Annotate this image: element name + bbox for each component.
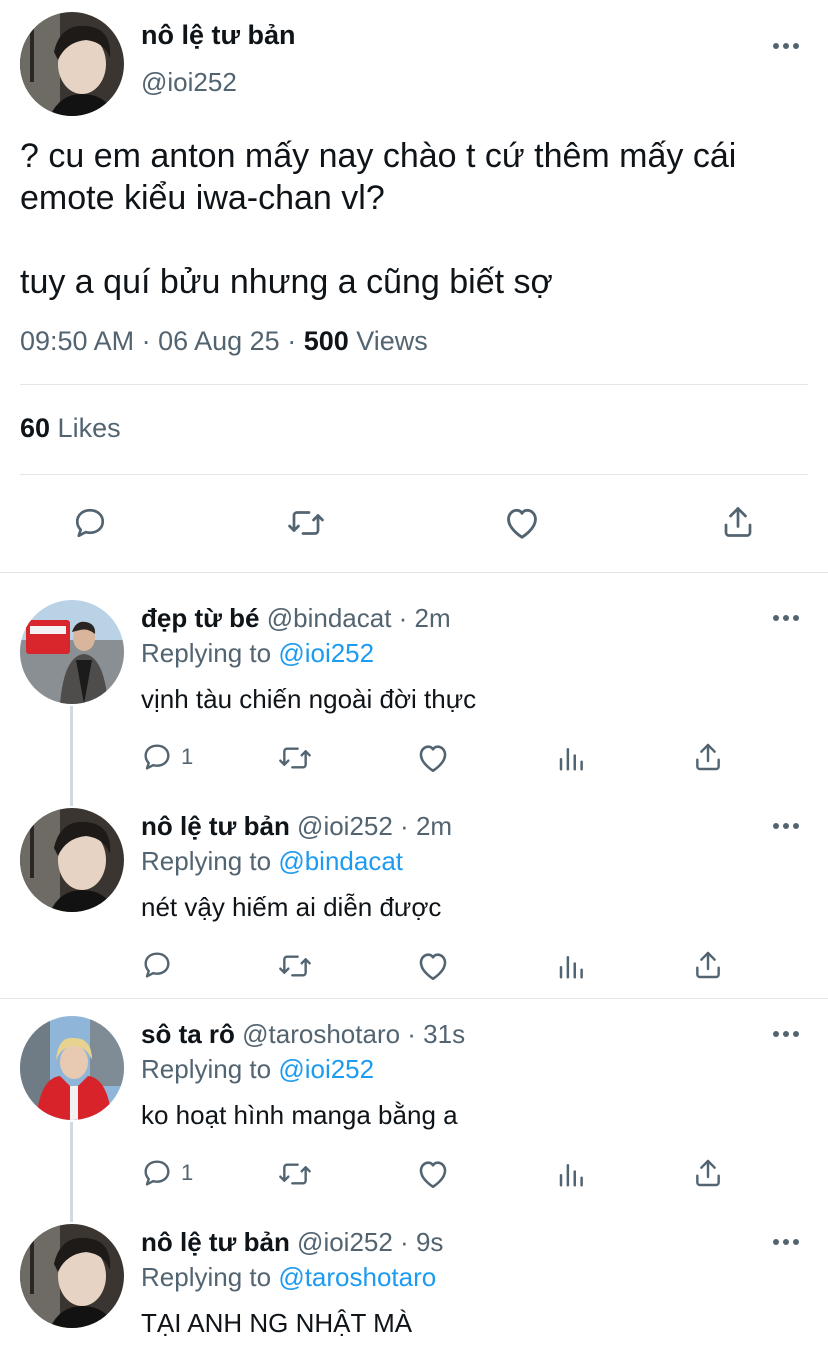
reply-header: nô lệ tư bản @ioi252 · 2m xyxy=(141,811,452,842)
reply-author-name[interactable]: sô ta rô xyxy=(141,1019,235,1049)
reply-button[interactable] xyxy=(141,949,181,981)
reply-handle-time[interactable]: @bindacat · 2m xyxy=(260,603,451,633)
reply-text: ko hoạt hình manga bằng a xyxy=(141,1100,458,1130)
reply-handle-time[interactable]: @taroshotaro · 31s xyxy=(235,1019,465,1049)
likes-stat[interactable]: 60 Likes xyxy=(20,413,121,444)
replying-to-prefix: Replying to xyxy=(141,1262,279,1292)
avatar[interactable] xyxy=(20,1016,124,1120)
share-icon xyxy=(724,507,752,537)
like-button[interactable] xyxy=(416,950,450,982)
heart-icon xyxy=(507,508,537,539)
avatar[interactable] xyxy=(20,12,124,116)
like-button[interactable] xyxy=(416,1158,450,1190)
share-button[interactable] xyxy=(692,740,724,774)
retweet-button[interactable] xyxy=(277,950,313,982)
retweet-button[interactable] xyxy=(277,1158,313,1190)
retweet-icon xyxy=(279,1163,311,1185)
replying-to-mention[interactable]: @taroshotaro xyxy=(278,1262,436,1292)
reply-handle-time[interactable]: @ioi252 · 9s xyxy=(290,1227,443,1257)
more-options-icon[interactable] xyxy=(772,822,800,830)
heart-icon xyxy=(419,953,447,981)
avatar[interactable] xyxy=(20,1224,124,1328)
replying-to: Replying to @taroshotaro xyxy=(141,1262,436,1293)
reply-text: nét vậy hiếm ai diễn được xyxy=(141,892,442,922)
more-options-icon[interactable] xyxy=(772,1030,800,1038)
replying-to-mention[interactable]: @bindacat xyxy=(278,846,403,876)
reply-button[interactable]: 1 xyxy=(141,741,193,773)
replying-to: Replying to @ioi252 xyxy=(141,1054,374,1085)
analytics-icon xyxy=(559,956,583,979)
replying-to-prefix: Replying to xyxy=(141,846,279,876)
reply-icon xyxy=(75,508,105,538)
tweet-meta: 09:50 AM · 06 Aug 25 · 500 Views xyxy=(20,326,428,357)
author-name[interactable]: nô lệ tư bản xyxy=(141,20,296,51)
reply-header: sô ta rô @taroshotaro · 31s xyxy=(141,1019,465,1050)
reply-author-name[interactable]: nô lệ tư bản xyxy=(141,811,290,841)
divider xyxy=(0,998,828,999)
thread-line xyxy=(70,706,73,806)
retweet-icon xyxy=(288,511,324,535)
reply-button[interactable] xyxy=(72,505,108,541)
reply-header: đẹp từ bé @bindacat · 2m xyxy=(141,603,451,634)
reply-handle-time[interactable]: @ioi252 · 2m xyxy=(290,811,452,841)
reply-count: 1 xyxy=(181,1160,194,1185)
heart-icon xyxy=(419,1161,447,1189)
more-options-icon[interactable] xyxy=(772,42,800,50)
thread-line xyxy=(70,1122,73,1222)
reply-icon xyxy=(144,952,170,978)
replying-to-mention[interactable]: @ioi252 xyxy=(278,638,374,668)
reply-icon xyxy=(144,1160,170,1186)
likes-label: Likes xyxy=(50,413,121,443)
analytics-icon xyxy=(559,1164,583,1187)
avatar[interactable] xyxy=(20,808,124,912)
reply-icon xyxy=(144,744,170,770)
reply-count: 1 xyxy=(181,744,194,769)
reply-author-name[interactable]: nô lệ tư bản xyxy=(141,1227,290,1257)
more-options-icon[interactable] xyxy=(772,1238,800,1246)
replying-to-mention[interactable]: @ioi252 xyxy=(278,1054,374,1084)
share-button[interactable] xyxy=(692,948,724,982)
share-icon xyxy=(696,743,720,771)
views-label: Views xyxy=(348,326,428,356)
more-options-icon[interactable] xyxy=(772,614,800,622)
reply-text: vịnh tàu chiến ngoài đời thực xyxy=(141,684,477,714)
divider xyxy=(0,572,828,573)
avatar[interactable] xyxy=(20,600,124,704)
share-icon xyxy=(696,951,720,979)
views-button[interactable] xyxy=(556,743,586,773)
retweet-button[interactable] xyxy=(277,742,313,774)
replying-to: Replying to @bindacat xyxy=(141,846,403,877)
tweet-text: ? cu em anton mấy nay chào t cứ thêm mấy… xyxy=(20,137,737,301)
reply-text: TẠI ANH NG NHẬT MÀ xyxy=(141,1308,413,1338)
share-button[interactable] xyxy=(720,503,756,541)
share-button[interactable] xyxy=(692,1156,724,1190)
divider xyxy=(20,474,808,475)
heart-icon xyxy=(419,745,447,773)
like-button[interactable] xyxy=(416,742,450,774)
author-handle[interactable]: @ioi252 xyxy=(141,67,237,98)
reply-header: nô lệ tư bản @ioi252 · 9s xyxy=(141,1227,443,1258)
views-button[interactable] xyxy=(556,951,586,981)
likes-count: 60 xyxy=(20,413,51,443)
reply-author-name[interactable]: đẹp từ bé xyxy=(141,603,260,633)
like-button[interactable] xyxy=(503,505,541,541)
retweet-icon xyxy=(279,955,311,977)
divider xyxy=(20,384,808,385)
views-count: 500 xyxy=(303,326,349,356)
replying-to-prefix: Replying to xyxy=(141,1054,279,1084)
tweet-timestamp: 09:50 AM · 06 Aug 25 · xyxy=(20,326,304,356)
share-icon xyxy=(696,1159,720,1187)
reply-button[interactable]: 1 xyxy=(141,1157,193,1189)
views-button[interactable] xyxy=(556,1159,586,1189)
analytics-icon xyxy=(559,748,583,771)
replying-to-prefix: Replying to xyxy=(141,638,279,668)
retweet-icon xyxy=(279,747,311,769)
retweet-button[interactable] xyxy=(286,505,326,541)
replying-to: Replying to @ioi252 xyxy=(141,638,374,669)
